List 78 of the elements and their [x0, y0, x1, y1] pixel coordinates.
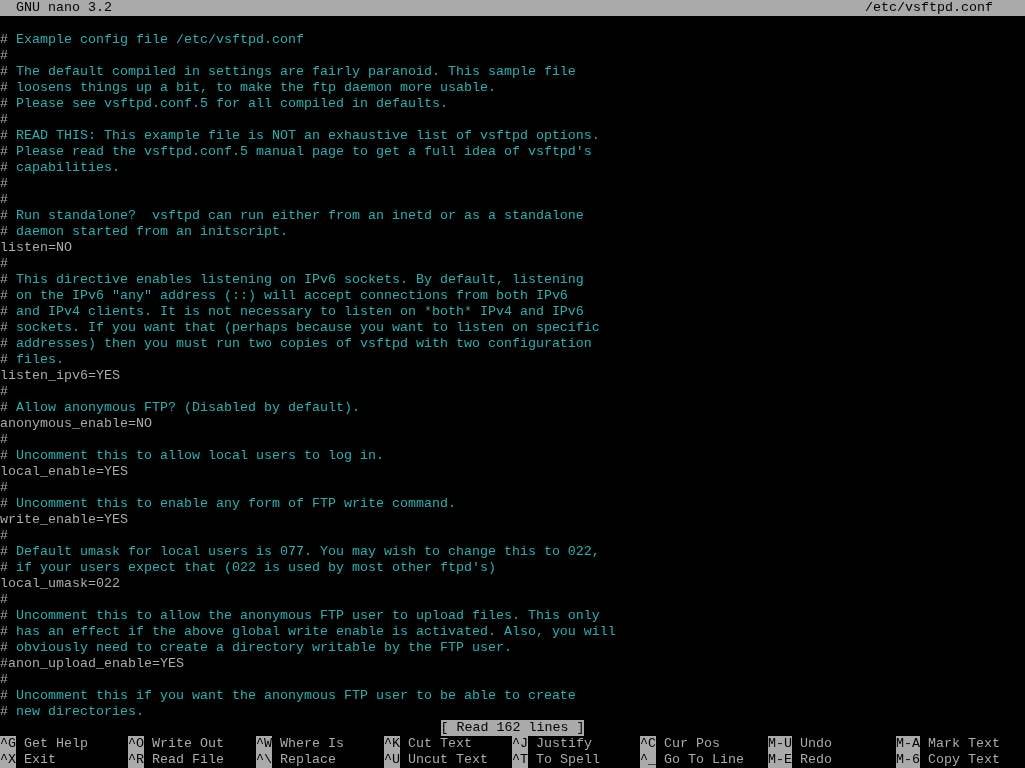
comment-line: # The default compiled in settings are fairly paranoid. This sample file: [0, 64, 576, 80]
comment-line: # loosens things up a bit, to make the ftp daemon more usable.: [0, 80, 496, 96]
comment-line: # Run standalone? vsftpd can run either from an inetd or as a standalone: [0, 208, 584, 224]
shortcut-key: ^R: [128, 752, 144, 768]
shortcut-key: ^K: [384, 736, 400, 752]
comment-line: # and IPv4 clients. It is not necessary to listen on *both* IPv4 and IPv6: [0, 304, 584, 320]
comment-line: # Uncomment this to allow the anonymous FTP user to upload files. This only: [0, 608, 600, 624]
comment-line: #: [0, 112, 8, 128]
shortcut-label: Justify: [536, 736, 592, 752]
setting-line: listen=NO: [0, 240, 72, 256]
shortcut-key: M-6: [896, 752, 920, 768]
shortcut-label: To Spell: [536, 752, 600, 768]
app-version: GNU nano 3.2: [16, 0, 112, 16]
shortcut-key: ^X: [0, 752, 16, 768]
comment-line: #: [0, 528, 8, 544]
comment-line: #: [0, 176, 8, 192]
shortcut-label: Where Is: [280, 736, 344, 752]
comment-line: # Example config file /etc/vsftpd.conf: [0, 32, 304, 48]
status-message: [ Read 162 lines ]: [440, 720, 585, 736]
shortcut-label: Uncut Text: [408, 752, 488, 768]
shortcut-key: M-U: [768, 736, 792, 752]
comment-line: # Uncomment this to allow local users to log in.: [0, 448, 384, 464]
comment-line: #: [0, 672, 8, 688]
comment-line: #: [0, 592, 8, 608]
comment-line: #: [0, 480, 8, 496]
shortcut-label: Write Out: [152, 736, 224, 752]
comment-line: # Please see vsftpd.conf.5 for all compiled in defaults.: [0, 96, 448, 112]
comment-line: #: [0, 192, 8, 208]
shortcut-label: Exit: [24, 752, 56, 768]
shortcut-key: ^T: [512, 752, 528, 768]
shortcut-key: ^W: [256, 736, 272, 752]
shortcut-label: Get Help: [24, 736, 88, 752]
shortcut-label: Read File: [152, 752, 224, 768]
comment-line: # on the IPv6 "any" address (::) will accept connections from both IPv6: [0, 288, 568, 304]
comment-line: # Uncomment this to enable any form of FTP write command.: [0, 496, 456, 512]
shortcut-label: Redo: [800, 752, 832, 768]
file-path: /etc/vsftpd.conf: [865, 0, 993, 16]
comment-line: # Allow anonymous FTP? (Disabled by default).: [0, 400, 360, 416]
setting-line: anonymous_enable=NO: [0, 416, 152, 432]
shortcut-key: ^J: [512, 736, 528, 752]
comment-line: #: [0, 384, 8, 400]
setting-line: listen_ipv6=YES: [0, 368, 120, 384]
shortcut-label: Cut Text: [408, 736, 472, 752]
setting-line: local_umask=022: [0, 576, 120, 592]
comment-line: # READ THIS: This example file is NOT an exhaustive list of vsftpd options.: [0, 128, 600, 144]
comment-line: # capabilities.: [0, 160, 120, 176]
comment-line: # obviously need to create a directory writable by the FTP user.: [0, 640, 512, 656]
shortcut-key: ^U: [384, 752, 400, 768]
shortcut-label: Cur Pos: [664, 736, 720, 752]
comment-line: #: [0, 432, 8, 448]
shortcut-key: ^\: [256, 752, 272, 768]
comment-line: # has an effect if the above global write enable is activated. Also, you will: [0, 624, 616, 640]
shortcut-label: Copy Text: [928, 752, 1000, 768]
setting-line: write_enable=YES: [0, 512, 128, 528]
shortcut-label: Mark Text: [928, 736, 1000, 752]
shortcut-label: Replace: [280, 752, 336, 768]
comment-line: # if your users expect that (022 is used by most other ftpd's): [0, 560, 496, 576]
comment-line: # daemon started from an initscript.: [0, 224, 288, 240]
comment-line: # Please read the vsftpd.conf.5 manual page to get a full idea of vsftpd's: [0, 144, 592, 160]
shortcut-key: ^G: [0, 736, 16, 752]
comment-line: # Default umask for local users is 077. You may wish to change this to 022,: [0, 544, 600, 560]
comment-line: # files.: [0, 352, 64, 368]
shortcut-key: ^O: [128, 736, 144, 752]
comment-line: #: [0, 256, 8, 272]
comment-line: #: [0, 48, 8, 64]
shortcut-key: ^_: [640, 752, 656, 768]
setting-line: local_enable=YES: [0, 464, 128, 480]
shortcut-key: M-E: [768, 752, 792, 768]
shortcut-key: ^C: [640, 736, 656, 752]
setting-line: #anon_upload_enable=YES: [0, 656, 184, 672]
shortcut-label: Go To Line: [664, 752, 744, 768]
shortcut-label: Undo: [800, 736, 832, 752]
shortcut-key: M-A: [896, 736, 920, 752]
comment-line: # new directories.: [0, 704, 144, 720]
comment-line: # This directive enables listening on IPv6 sockets. By default, listening: [0, 272, 584, 288]
comment-line: # addresses) then you must run two copies of vsftpd with two configuration: [0, 336, 592, 352]
comment-line: # sockets. If you want that (perhaps because you want to listen on specific: [0, 320, 600, 336]
comment-line: # Uncomment this if you want the anonymous FTP user to be able to create: [0, 688, 576, 704]
